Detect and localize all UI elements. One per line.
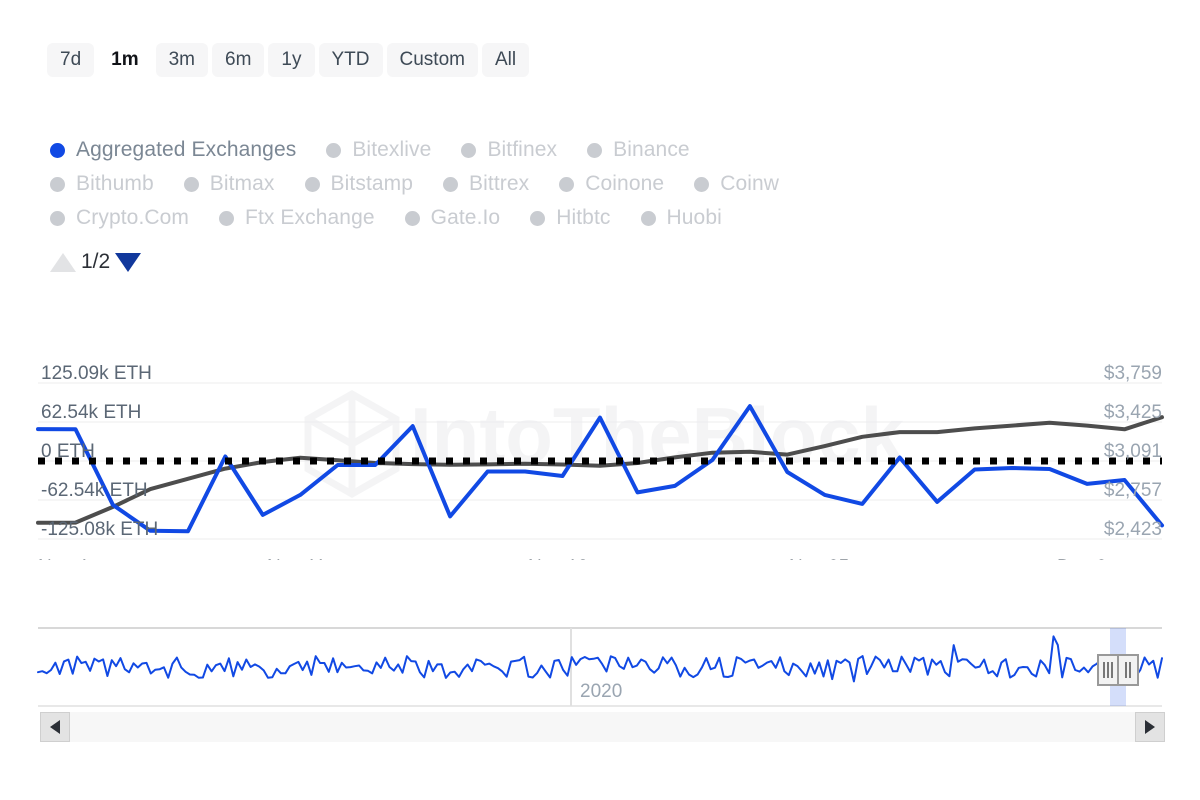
range-selector: 7d1m3m6m1yYTDCustomAll — [47, 43, 529, 77]
y-axis-right-tick-1: $3,425 — [1104, 402, 1162, 423]
y-axis-left-tick-0: 125.09k ETH — [41, 363, 152, 384]
range-button-all[interactable]: All — [482, 43, 529, 77]
legend-item-hitbtc[interactable]: Hitbtc — [530, 206, 610, 230]
legend-dot-icon — [50, 177, 65, 192]
scrollbar-left-button[interactable] — [40, 712, 70, 742]
navigator-handle-left[interactable] — [1098, 655, 1118, 685]
legend-dot-icon — [530, 211, 545, 226]
chart-scrollbar[interactable] — [40, 712, 1165, 742]
exchange-netflow-chart-widget: 7d1m3m6m1yYTDCustomAll Aggregated Exchan… — [0, 0, 1200, 800]
legend-item-label: Hitbtc — [556, 206, 610, 230]
arrow-left-icon — [50, 720, 60, 734]
legend-item-huobi[interactable]: Huobi — [641, 206, 722, 230]
legend-dot-icon — [326, 143, 341, 158]
range-button-6m[interactable]: 6m — [212, 43, 264, 77]
x-axis-tick-1: Nov 11 — [267, 557, 326, 560]
chart-navigator[interactable]: 2020 — [0, 615, 1200, 725]
legend-item-label: Bitmax — [210, 172, 275, 196]
chart-legend: Aggregated Exchanges Bitexlive Bitfinex Bin… — [50, 133, 1180, 235]
chart-svg: IntoTheBlock 125.09k ETH 62.54k ETH 0 ET… — [0, 360, 1200, 560]
x-axis-tick-4: Dec 2 — [1057, 557, 1107, 560]
range-button-1y[interactable]: 1y — [268, 43, 314, 77]
legend-item-label: Bitstamp — [331, 172, 414, 196]
legend-dot-icon — [405, 211, 420, 226]
legend-item-binance[interactable]: Binance — [587, 138, 690, 162]
range-button-ytd[interactable]: YTD — [319, 43, 383, 77]
legend-page-up-icon[interactable] — [50, 253, 76, 272]
arrow-right-icon — [1145, 720, 1155, 734]
legend-dot-icon — [461, 143, 476, 158]
legend-item-label: Bitfinex — [487, 138, 557, 162]
x-axis-tick-0: Nov 4 — [38, 557, 88, 560]
legend-dot-icon — [443, 177, 458, 192]
legend-item-bitmax[interactable]: Bitmax — [184, 172, 275, 196]
x-axis-tick-2: Nov 18 — [528, 557, 588, 560]
navigator-svg: 2020 — [0, 615, 1200, 725]
y-axis-left-tick-4: -125.08k ETH — [41, 519, 158, 540]
legend-dot-icon — [641, 211, 656, 226]
y-axis-right-tick-0: $3,759 — [1104, 363, 1162, 384]
y-axis-left-tick-3: -62.54k ETH — [41, 480, 148, 501]
y-axis-left-tick-1: 62.54k ETH — [41, 402, 141, 423]
legend-item-label: Aggregated Exchanges — [76, 138, 296, 162]
navigator-year-label: 2020 — [580, 681, 622, 702]
legend-item-aggregated-exchanges[interactable]: Aggregated Exchanges — [50, 138, 296, 162]
legend-item-crypto-com[interactable]: Crypto.Com — [50, 206, 189, 230]
y-axis-right-tick-3: $2,757 — [1104, 480, 1162, 501]
legend-dot-icon — [219, 211, 234, 226]
legend-item-ftx-exchange[interactable]: Ftx Exchange — [219, 206, 375, 230]
legend-item-bithumb[interactable]: Bithumb — [50, 172, 154, 196]
y-axis-right-tick-2: $3,091 — [1104, 441, 1162, 462]
chart-plot-area[interactable]: IntoTheBlock 125.09k ETH 62.54k ETH 0 ET… — [0, 360, 1200, 560]
legend-dot-icon — [50, 143, 65, 158]
x-axis-tick-3: Nov 25 — [789, 557, 849, 560]
legend-page-down-icon[interactable] — [115, 253, 141, 272]
legend-dot-icon — [559, 177, 574, 192]
scrollbar-track[interactable] — [40, 712, 1165, 742]
scrollbar-right-button[interactable] — [1135, 712, 1165, 742]
range-button-3m[interactable]: 3m — [156, 43, 208, 77]
legend-item-label: Coinone — [585, 172, 664, 196]
legend-item-gate-io[interactable]: Gate.Io — [405, 206, 501, 230]
legend-row: Bithumb Bitmax Bitstamp Bittrex Coinone Coinw — [50, 167, 1180, 201]
legend-item-bitexlive[interactable]: Bitexlive — [326, 138, 431, 162]
legend-row: Crypto.Com Ftx Exchange Gate.Io Hitbtc Huobi — [50, 201, 1180, 235]
legend-item-label: Crypto.Com — [76, 206, 189, 230]
legend-dot-icon — [587, 143, 602, 158]
legend-item-label: Bithumb — [76, 172, 154, 196]
legend-dot-icon — [184, 177, 199, 192]
legend-item-label: Huobi — [667, 206, 722, 230]
range-button-custom[interactable]: Custom — [387, 43, 478, 77]
legend-dot-icon — [694, 177, 709, 192]
legend-item-label: Bitexlive — [352, 138, 431, 162]
legend-item-bittrex[interactable]: Bittrex — [443, 172, 529, 196]
range-button-1m[interactable]: 1m — [98, 43, 151, 77]
legend-pager: 1/2 — [50, 250, 141, 274]
y-axis-left-tick-2: 0 ETH — [41, 441, 95, 462]
navigator-series-line — [38, 636, 1162, 681]
legend-item-coinone[interactable]: Coinone — [559, 172, 664, 196]
legend-dot-icon — [50, 211, 65, 226]
legend-dot-icon — [305, 177, 320, 192]
legend-item-label: Gate.Io — [431, 206, 501, 230]
legend-item-coinw[interactable]: Coinw — [694, 172, 779, 196]
legend-page-indicator: 1/2 — [78, 250, 113, 274]
legend-item-label: Coinw — [720, 172, 779, 196]
y-axis-right-tick-4: $2,423 — [1104, 519, 1162, 540]
legend-item-label: Binance — [613, 138, 690, 162]
legend-item-label: Ftx Exchange — [245, 206, 375, 230]
navigator-handle-right[interactable] — [1118, 655, 1138, 685]
legend-item-bitfinex[interactable]: Bitfinex — [461, 138, 557, 162]
legend-item-label: Bittrex — [469, 172, 529, 196]
range-button-7d[interactable]: 7d — [47, 43, 94, 77]
legend-row: Aggregated Exchanges Bitexlive Bitfinex Bin… — [50, 133, 1180, 167]
legend-item-bitstamp[interactable]: Bitstamp — [305, 172, 414, 196]
